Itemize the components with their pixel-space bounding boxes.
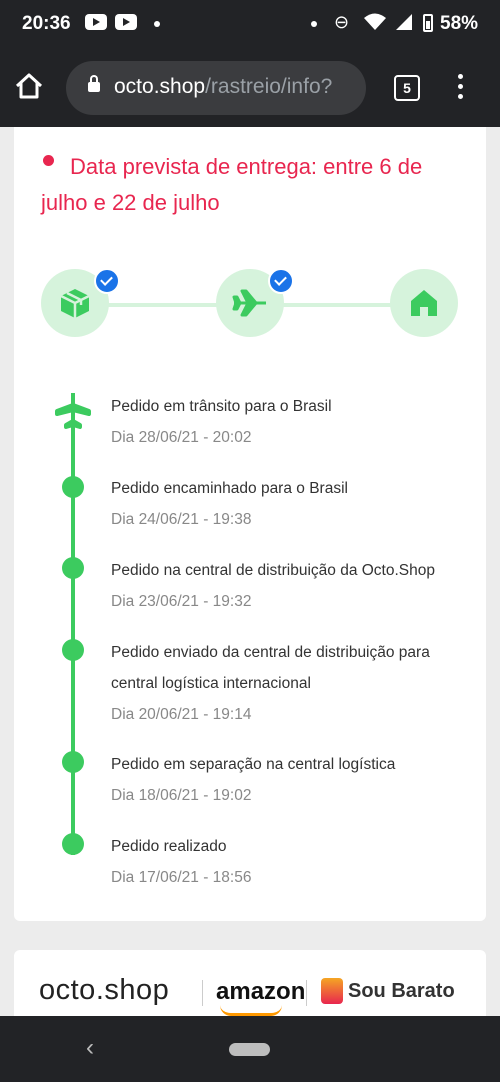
timeline-event-date: Dia 17/06/21 - 18:56 [111,869,252,886]
octo-shop-logo: octo.shop [39,974,170,1006]
divider [202,980,203,1006]
timeline-event-date: Dia 20/06/21 - 19:14 [111,706,252,723]
timeline-dot [62,833,84,855]
airplane-icon [232,289,266,317]
timeline-event-date: Dia 24/06/21 - 19:38 [111,511,252,528]
tracking-card: Data prevista de entrega: entre 6 de jul… [14,127,486,921]
timeline-event-title: Pedido na central de distribuição da Oct… [111,562,435,579]
url-domain: octo.shop [114,75,206,98]
delivery-estimate: Data prevista de entrega: entre 6 de jul… [41,154,423,215]
address-bar[interactable]: octo.shop/rastreio/info? [66,61,366,115]
timeline-event-title: Pedido em trânsito para o Brasil [111,398,332,415]
timeline-dot [62,639,84,661]
sou-barato-bag-icon [321,978,343,1004]
tab-switcher-button[interactable]: 5 [394,75,420,101]
timeline-dot [62,476,84,498]
signal-icon [394,12,414,36]
sou-barato-logo: Sou Barato [348,980,455,1002]
notification-dot-icon [154,21,160,27]
url-path: /rastreio/info? [205,75,333,98]
url-text: octo.shop/rastreio/info? [114,75,332,99]
timeline-event-title: Pedido enviado da central de distribuiçã… [111,644,430,692]
home-icon [411,290,437,316]
step-completed-check-icon [94,268,120,294]
home-icon[interactable] [14,72,52,106]
timeline-event-date: Dia 23/06/21 - 19:32 [111,593,252,610]
step-home [390,269,458,337]
youtube-notification-icon [115,14,137,30]
battery-icon [423,14,433,32]
notification-dot-icon [311,21,317,27]
timeline-dot [62,557,84,579]
timeline-event-title: Pedido realizado [111,838,227,855]
battery-percent: 58% [440,13,479,34]
timeline-dot [62,751,84,773]
amazon-smile-icon [220,1005,282,1016]
timeline-event-date: Dia 28/06/21 - 20:02 [111,429,252,446]
timeline-event-title: Pedido encaminhado para o Brasil [111,480,348,497]
airplane-icon [55,393,91,429]
status-time: 20:36 [22,13,71,34]
timeline-event-title: Pedido em separação na central logística [111,756,396,773]
divider [306,980,307,1006]
back-chevron-icon[interactable]: ‹ [86,1034,94,1062]
home-gesture-pill[interactable] [229,1043,270,1056]
wifi-icon [364,12,386,36]
step-completed-check-icon [268,268,294,294]
browser-toolbar: octo.shop/rastreio/info? 5 [0,50,500,127]
status-bar: 20:36 ⊖ 58% [0,0,500,50]
timeline-event-date: Dia 18/06/21 - 19:02 [111,787,252,804]
package-icon [60,289,90,318]
partner-brands: octo.shop amazon Sou Barato [14,950,486,1025]
amazon-logo: amazon [216,978,306,1005]
lock-icon [88,75,100,92]
system-navigation-bar: ‹ [0,1016,500,1082]
youtube-notification-icon [85,14,107,30]
do-not-disturb-icon: ⊖ [334,12,350,32]
more-menu-icon[interactable] [456,74,464,104]
